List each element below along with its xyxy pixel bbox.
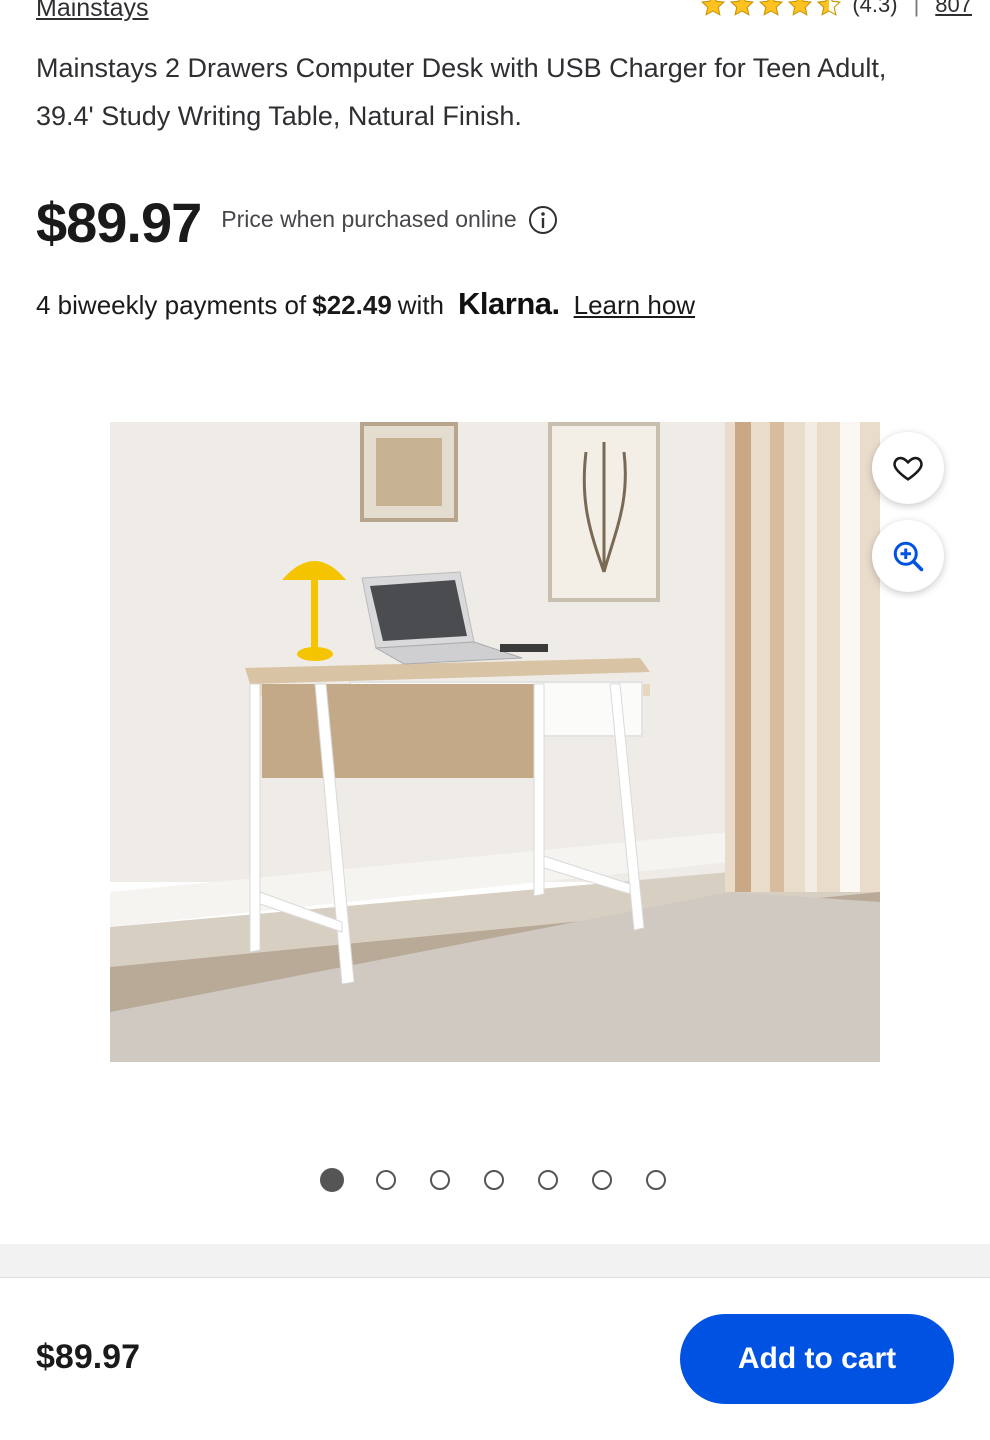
rating-separator: | — [913, 0, 920, 17]
carousel-dot[interactable] — [592, 1170, 612, 1190]
star-icon — [788, 0, 813, 16]
review-count-link[interactable]: 807 — [935, 0, 972, 18]
sticky-footer: $89.97 Add to cart — [0, 1278, 990, 1440]
carousel-dot[interactable] — [646, 1170, 666, 1190]
rating-value: (4.3) — [852, 0, 898, 17]
add-to-cart-button[interactable]: Add to cart — [680, 1314, 954, 1404]
klarna-payment-row: 4 biweekly payments of $22.49 with Klarn… — [36, 286, 695, 322]
favorite-button[interactable] — [872, 432, 944, 504]
star-icon — [701, 0, 726, 16]
carousel-dot[interactable] — [376, 1170, 396, 1190]
star-icon — [730, 0, 755, 16]
carousel-dot[interactable] — [538, 1170, 558, 1190]
price-note: Price when purchased online — [221, 204, 558, 236]
carousel-dot[interactable] — [484, 1170, 504, 1190]
carousel-dots — [320, 1168, 668, 1192]
price-note-text: Price when purchased online — [221, 206, 517, 232]
rating-summary[interactable]: (4.3) | 807 — [700, 0, 972, 18]
zoom-in-icon — [893, 541, 924, 572]
zoom-button[interactable] — [872, 520, 944, 592]
product-title: Mainstays 2 Drawers Computer Desk with U… — [36, 53, 887, 131]
star-icon — [759, 0, 784, 16]
header-row: Mainstays (4.3) | 807 — [0, 0, 990, 24]
price-section: $89.97 Price when purchased online — [36, 190, 559, 255]
learn-how-link[interactable]: Learn how — [574, 290, 695, 321]
info-icon[interactable] — [527, 204, 559, 236]
product-image[interactable] — [110, 422, 880, 1062]
klarna-prefix: 4 biweekly payments of — [36, 290, 307, 320]
product-price: $89.97 — [36, 191, 202, 254]
klarna-amount: $22.49 — [312, 290, 392, 320]
star-rating — [700, 0, 842, 18]
klarna-logo: Klarna. — [458, 286, 560, 321]
brand-link[interactable]: Mainstays — [36, 0, 149, 23]
heart-icon — [893, 456, 923, 481]
carousel-dot[interactable] — [320, 1168, 344, 1192]
desk-photo — [110, 422, 880, 1062]
carousel-dot[interactable] — [430, 1170, 450, 1190]
section-divider — [0, 1244, 990, 1278]
footer-price: $89.97 — [36, 1338, 140, 1376]
klarna-with: with — [397, 290, 445, 320]
half-star-icon — [817, 0, 842, 16]
